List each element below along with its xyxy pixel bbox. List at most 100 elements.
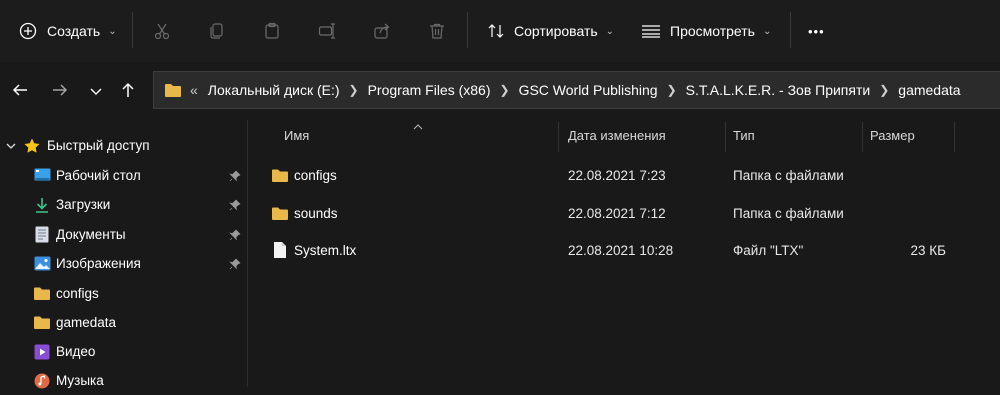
file-name[interactable]: System.ltx (294, 232, 356, 268)
documents-icon (33, 226, 51, 244)
scissors-icon (152, 21, 172, 41)
column-divider[interactable] (725, 122, 726, 152)
sidebar-item-label: Документы (56, 227, 126, 242)
folder-icon (33, 285, 51, 303)
file-name[interactable]: sounds (294, 195, 338, 231)
back-button[interactable] (6, 78, 34, 106)
arrow-left-icon (11, 81, 29, 104)
file-icon (273, 232, 287, 268)
chevron-down-icon: ⌄ (605, 25, 615, 37)
pin-icon[interactable] (228, 228, 242, 242)
plus-circle-icon (18, 21, 38, 41)
copy-icon (207, 21, 227, 41)
arrow-right-icon (51, 81, 69, 104)
breadcrumb-item[interactable]: Локальный диск (E:) (208, 82, 340, 98)
column-header-date[interactable]: Дата изменения (568, 128, 666, 143)
table-row[interactable]: System.ltx 22.08.2021 10:28 Файл "LTX" 2… (262, 232, 1000, 268)
sidebar-item-music[interactable]: Музыка (0, 366, 247, 395)
video-icon (33, 343, 51, 361)
toolbar-divider (467, 12, 468, 48)
file-date: 22.08.2021 7:23 (568, 167, 666, 183)
sidebar-item-video[interactable]: Видео (0, 337, 247, 366)
folder-icon (33, 314, 51, 332)
downloads-icon (33, 196, 51, 214)
sort-button[interactable]: Сортировать ⌄ (486, 16, 614, 46)
chevron-down-icon[interactable] (5, 140, 17, 152)
create-button[interactable]: Создать ⌄ (18, 16, 117, 46)
trash-icon (427, 21, 447, 41)
column-header-name[interactable]: Имя (284, 128, 309, 143)
recent-locations-button[interactable] (82, 78, 110, 106)
forward-button[interactable] (46, 78, 74, 106)
rename-button[interactable] (317, 16, 337, 46)
overflow-crumbs-button[interactable]: « (190, 82, 198, 98)
sidebar-item-documents[interactable]: Документы (0, 220, 247, 249)
sidebar-item-downloads[interactable]: Загрузки (0, 190, 247, 219)
cut-button[interactable] (152, 16, 172, 46)
up-button[interactable] (114, 78, 142, 106)
pin-icon[interactable] (228, 169, 242, 183)
sidebar-item-quick-access[interactable]: Быстрый доступ (0, 131, 247, 160)
view-list-icon (641, 21, 661, 41)
breadcrumb-item[interactable]: gamedata (898, 82, 960, 98)
chevron-down-icon (89, 82, 103, 103)
sort-label: Сортировать (514, 23, 598, 39)
breadcrumb-item[interactable]: GSC World Publishing (519, 82, 658, 98)
sidebar-item-label: Музыка (56, 373, 104, 388)
chevron-down-icon: ⌄ (762, 25, 772, 37)
sidebar-item-gamedata[interactable]: gamedata (0, 308, 247, 337)
breadcrumb-item[interactable]: Program Files (x86) (368, 82, 491, 98)
column-divider[interactable] (954, 122, 955, 152)
view-label: Просмотреть (670, 23, 755, 39)
file-name[interactable]: configs (294, 157, 337, 193)
view-button[interactable]: Просмотреть ⌄ (641, 16, 771, 46)
file-date: 22.08.2021 10:28 (568, 242, 674, 258)
pin-icon[interactable] (228, 257, 242, 271)
chevron-right-icon[interactable]: ❯ (500, 83, 510, 97)
address-bar[interactable]: « Локальный диск (E:) ❯ Program Files (x… (153, 71, 1000, 109)
more-icon: ••• (808, 23, 825, 39)
delete-button[interactable] (427, 16, 447, 46)
toolbar-divider (132, 12, 133, 48)
sidebar-item-label: Рабочий стол (56, 168, 141, 183)
file-type: Папка с файлами (733, 205, 844, 221)
table-row[interactable]: sounds 22.08.2021 7:12 Папка с файлами (262, 195, 1000, 231)
sidebar-item-desktop[interactable]: Рабочий стол (0, 161, 247, 190)
chevron-right-icon[interactable]: ❯ (349, 83, 359, 97)
toolbar-divider (790, 12, 791, 48)
sidebar-item-label: Загрузки (56, 197, 111, 212)
sidebar-item-configs[interactable]: configs (0, 279, 247, 308)
desktop-icon (33, 167, 51, 185)
file-date: 22.08.2021 7:12 (568, 205, 666, 221)
chevron-right-icon[interactable]: ❯ (879, 83, 889, 97)
file-type: Папка с файлами (733, 167, 844, 183)
navigation-pane: Быстрый доступ Рабочий стол Загрузки Док… (0, 120, 248, 388)
sidebar-item-pictures[interactable]: Изображения (0, 249, 247, 278)
chevron-right-icon[interactable]: ❯ (667, 83, 677, 97)
star-icon (23, 137, 41, 155)
file-size: 23 КБ (910, 242, 947, 258)
share-icon (372, 21, 392, 41)
pin-icon[interactable] (228, 198, 242, 212)
rename-icon (317, 21, 337, 41)
sidebar-item-label: Изображения (56, 256, 141, 271)
column-divider[interactable] (558, 122, 559, 152)
copy-button[interactable] (207, 16, 227, 46)
paste-button[interactable] (262, 16, 282, 46)
pictures-icon (33, 255, 51, 273)
file-type: Файл "LTX" (733, 242, 804, 258)
paste-icon (262, 21, 282, 41)
more-options-button[interactable]: ••• (808, 16, 825, 46)
share-button[interactable] (372, 16, 392, 46)
arrow-up-icon (119, 81, 137, 104)
folder-icon (164, 82, 182, 98)
sidebar-item-label: Видео (56, 344, 96, 359)
column-header-type[interactable]: Тип (733, 128, 755, 143)
sort-indicator-icon (413, 118, 423, 133)
column-divider[interactable] (862, 122, 863, 152)
table-row[interactable]: configs 22.08.2021 7:23 Папка с файлами (262, 157, 1000, 193)
sidebar-item-label: configs (56, 286, 99, 301)
column-header-size[interactable]: Размер (870, 128, 915, 143)
chevron-down-icon: ⌄ (108, 25, 117, 37)
breadcrumb-item[interactable]: S.T.A.L.K.E.R. - Зов Припяти (686, 82, 871, 98)
